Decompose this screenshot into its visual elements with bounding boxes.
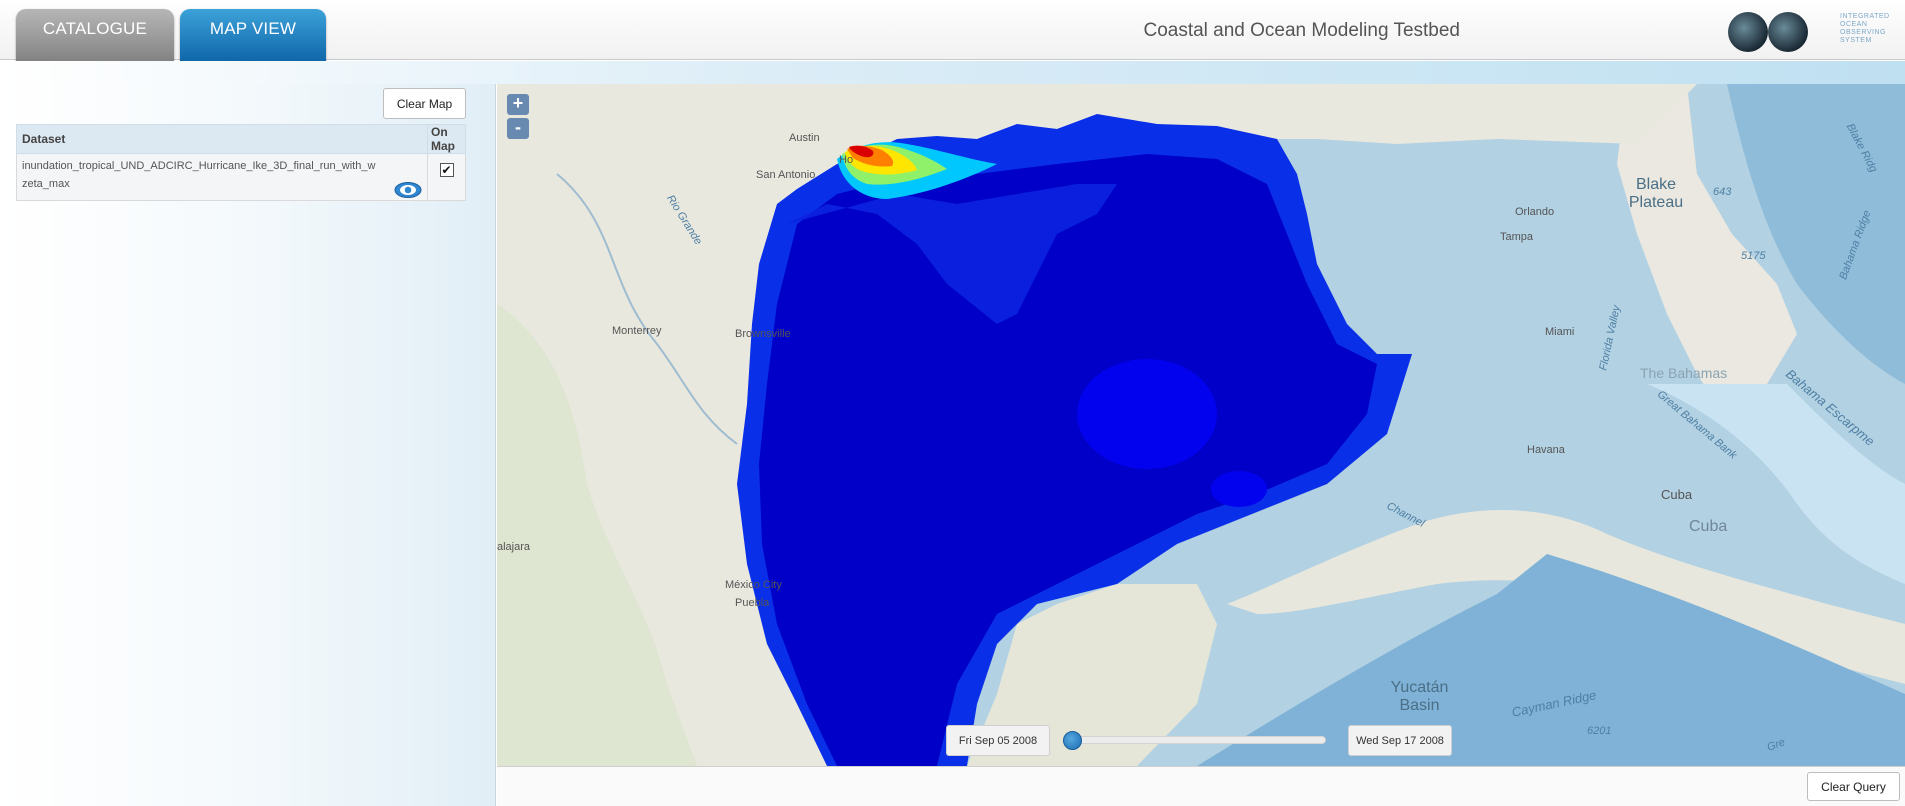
dataset-table: Dataset On Map inundation_tropical_UND_A…: [16, 124, 466, 201]
globe-icon: [1728, 12, 1768, 52]
app-title: Coastal and Ocean Modeling Testbed: [1143, 20, 1460, 41]
query-bar: Clear Query: [497, 766, 1905, 806]
header-accent-strip: [0, 61, 1905, 84]
table-row: inundation_tropical_UND_ADCIRC_Hurricane…: [16, 153, 466, 201]
globe-icon: [1768, 12, 1808, 52]
map-label-mexico-city: México City: [725, 579, 782, 591]
logo-subtitle: INTEGRATED OCEAN OBSERVING SYSTEM: [1840, 13, 1890, 44]
time-slider-track[interactable]: [1073, 736, 1326, 744]
map-label-brownsville: Brownsville: [735, 328, 791, 340]
small-eddy: [1211, 471, 1267, 507]
map-label-the-bahamas: The Bahamas: [1640, 365, 1728, 381]
tab-catalogue-label: CATALOGUE: [42, 18, 148, 38]
map-label-monterrey: Monterrey: [612, 325, 662, 337]
map-label-yucatan-basin: Yucatán Basin: [1390, 679, 1449, 714]
map-label-havana: Havana: [1527, 444, 1565, 456]
map-label-blake-plateau: Blake Plateau: [1628, 176, 1684, 211]
tab-map-view[interactable]: MAP VIEW: [180, 9, 326, 66]
tab-map-view-label: MAP VIEW: [209, 18, 297, 38]
dataset-cell: inundation_tropical_UND_ADCIRC_Hurricane…: [22, 157, 422, 199]
time-end-label: Wed Sep 17 2008: [1348, 725, 1452, 756]
map-label-depth-643: 643: [1713, 186, 1732, 198]
tab-catalogue[interactable]: CATALOGUE: [16, 9, 174, 66]
ioos-logo: INTEGRATED OCEAN OBSERVING SYSTEM: [1692, 8, 1892, 52]
map-label-orlando: Orlando: [1515, 206, 1555, 218]
column-header-on-map: On Map: [427, 124, 466, 154]
clear-query-button[interactable]: Clear Query: [1807, 772, 1900, 801]
map-label-san-antonio: San Antonio: [756, 169, 816, 181]
map-label-miami: Miami: [1545, 326, 1575, 338]
map-label-austin: Austin: [789, 132, 820, 144]
map-label-tampa: Tampa: [1500, 231, 1534, 243]
map-label-puebla: Puebla: [735, 597, 770, 609]
column-header-dataset: Dataset: [16, 124, 428, 154]
dataset-variable: zeta_max: [22, 178, 70, 190]
clear-map-button[interactable]: Clear Map: [383, 88, 466, 119]
map-label-depth-5175: 5175: [1741, 250, 1766, 262]
app-header: CATALOGUE MAP VIEW Coastal and Ocean Mod…: [0, 0, 1905, 66]
time-start-label: Fri Sep 05 2008: [946, 725, 1050, 756]
map-label-guadalajara: alajara: [497, 541, 531, 553]
zoom-in-button[interactable]: +: [507, 94, 529, 115]
eye-icon[interactable]: [394, 181, 422, 199]
map-label-cuba-1: Cuba: [1661, 487, 1693, 502]
map-label-depth-6201: 6201: [1587, 725, 1612, 737]
map-view[interactable]: Austin Ho San Antonio Rio Grande Monterr…: [497, 84, 1905, 766]
on-map-checkbox[interactable]: ✔: [439, 163, 454, 177]
loop-current-eddy: [1077, 359, 1217, 469]
time-slider-handle[interactable]: [1063, 731, 1082, 750]
dataset-name: inundation_tropical_UND_ADCIRC_Hurricane…: [22, 160, 376, 172]
map-label-houston: Ho: [839, 154, 854, 166]
zoom-out-button[interactable]: -: [507, 118, 529, 139]
dataset-panel: Clear Map Dataset On Map inundation_trop…: [0, 84, 496, 806]
map-label-cuba-2: Cuba: [1689, 518, 1728, 535]
